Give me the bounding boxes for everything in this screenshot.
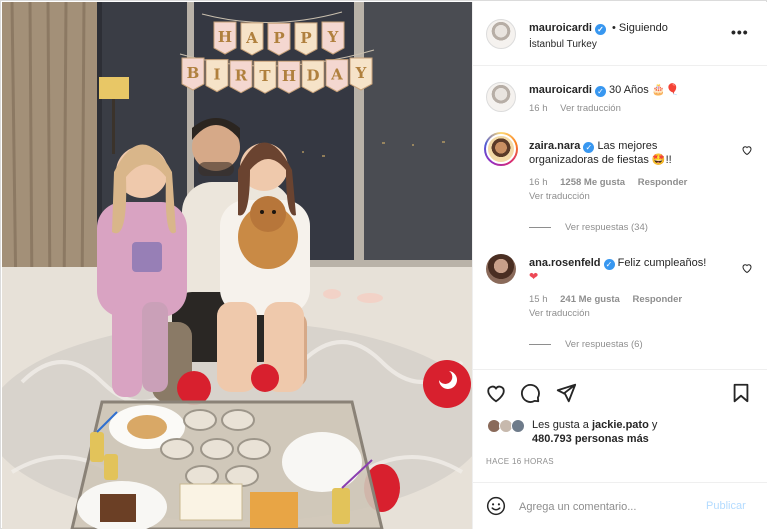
bookmark-icon[interactable] [730, 382, 752, 404]
comment-translate-link[interactable]: Ver traducción [529, 308, 590, 319]
comment-avatar-ana[interactable] [486, 254, 516, 284]
caption-text: mauroicardi ✓ 30 Años 🎂🎈 [529, 83, 759, 97]
caption-translate-link[interactable]: Ver traducción [560, 103, 621, 114]
reply-dash [529, 226, 551, 228]
verified-badge-icon: ✓ [603, 259, 615, 270]
comment-composer: Publicar [473, 482, 767, 529]
banner-letter: A [330, 66, 343, 84]
comment-like-heart-icon[interactable] [741, 262, 753, 274]
likes-count[interactable]: 480.793 personas más [532, 433, 649, 445]
comment-username[interactable]: zaira.nara [529, 140, 580, 152]
banner-letter: D [306, 67, 319, 85]
banner-letter: P [273, 29, 284, 47]
following-status[interactable]: • Siguiendo [612, 22, 668, 34]
caption-time[interactable]: 16 h [529, 103, 548, 114]
view-replies-ana[interactable]: Ver respuestas (6) [529, 339, 643, 350]
comment-meta-ana: 15 h 241 Me gusta Responder [529, 294, 683, 305]
comment-avatar-zaira[interactable] [486, 134, 516, 164]
banner-letter: Y [355, 64, 367, 82]
caption-body: 30 Años [609, 84, 649, 96]
comment-input[interactable] [519, 498, 699, 516]
more-options-icon[interactable]: ••• [731, 24, 749, 40]
banner-letter: B [187, 64, 200, 82]
banner-letter: R [235, 67, 248, 85]
banner-letter: H [218, 28, 232, 46]
verified-badge-icon: ✓ [583, 142, 595, 153]
post-timestamp[interactable]: HACE 16 HORAS [486, 457, 554, 466]
caption-meta: 16 h Ver traducción [529, 103, 631, 114]
balloon-icon: 🎈 [665, 84, 680, 96]
banner-letter: A [245, 29, 258, 47]
banner-letter: Y [327, 28, 339, 46]
banner-letter: I [213, 66, 220, 84]
verified-badge-icon: ✓ [594, 86, 606, 97]
comment-meta-zaira: 16 h 1258 Me gusta Responder [529, 177, 688, 188]
cake-icon: 🎂 [651, 84, 666, 96]
emoji-smiley-icon[interactable] [486, 496, 506, 516]
comment-text-ana: ana.rosenfeld ✓ Feliz cumpleaños! ❤ [529, 257, 707, 283]
comment-bubble-icon[interactable] [519, 382, 541, 404]
red-heart-icon: ❤ [529, 271, 539, 283]
birthday-photo-illustration: HAPPY BIRTHDAY [2, 2, 472, 529]
likes-text: Les gusta a jackie.pato y 480.793 person… [532, 419, 658, 445]
caption-author-avatar[interactable] [486, 82, 516, 112]
publish-button[interactable]: Publicar [706, 500, 746, 512]
post-header: mauroicardi ✓ • Siguiendo İstanbul Turkey… [473, 2, 767, 66]
liker-username[interactable]: jackie.pato [592, 419, 649, 431]
comment-like-heart-icon[interactable] [741, 144, 753, 156]
banner-letter: P [300, 29, 311, 47]
liker-avatar[interactable] [511, 419, 525, 433]
post-photo[interactable]: HAPPY BIRTHDAY [2, 2, 472, 529]
comment-translate-link[interactable]: Ver traducción [529, 191, 590, 202]
banner-letter: T [259, 67, 271, 85]
reply-dash [529, 343, 551, 345]
post-side-panel: mauroicardi ✓ • Siguiendo İstanbul Turkey… [472, 2, 767, 529]
verified-badge-icon: ✓ [594, 24, 606, 35]
view-replies-zaira[interactable]: Ver respuestas (34) [529, 222, 648, 233]
comment-username[interactable]: ana.rosenfeld [529, 257, 601, 269]
instagram-post-window: HAPPY BIRTHDAY mauroicardi ✓ • Siguiendo… [0, 0, 767, 529]
comment-text-zaira: zaira.nara ✓ Las mejores organizadoras de… [529, 140, 672, 166]
post-location[interactable]: İstanbul Turkey [529, 39, 597, 50]
likes-summary: Les gusta a jackie.pato y 480.793 person… [473, 412, 767, 452]
banner-letter: H [282, 67, 296, 85]
heart-icon[interactable] [485, 382, 507, 404]
paper-plane-icon[interactable] [555, 382, 577, 404]
author-avatar[interactable] [486, 19, 516, 49]
caption-username[interactable]: mauroicardi [529, 84, 592, 96]
author-username[interactable]: mauroicardi ✓ [529, 22, 606, 35]
